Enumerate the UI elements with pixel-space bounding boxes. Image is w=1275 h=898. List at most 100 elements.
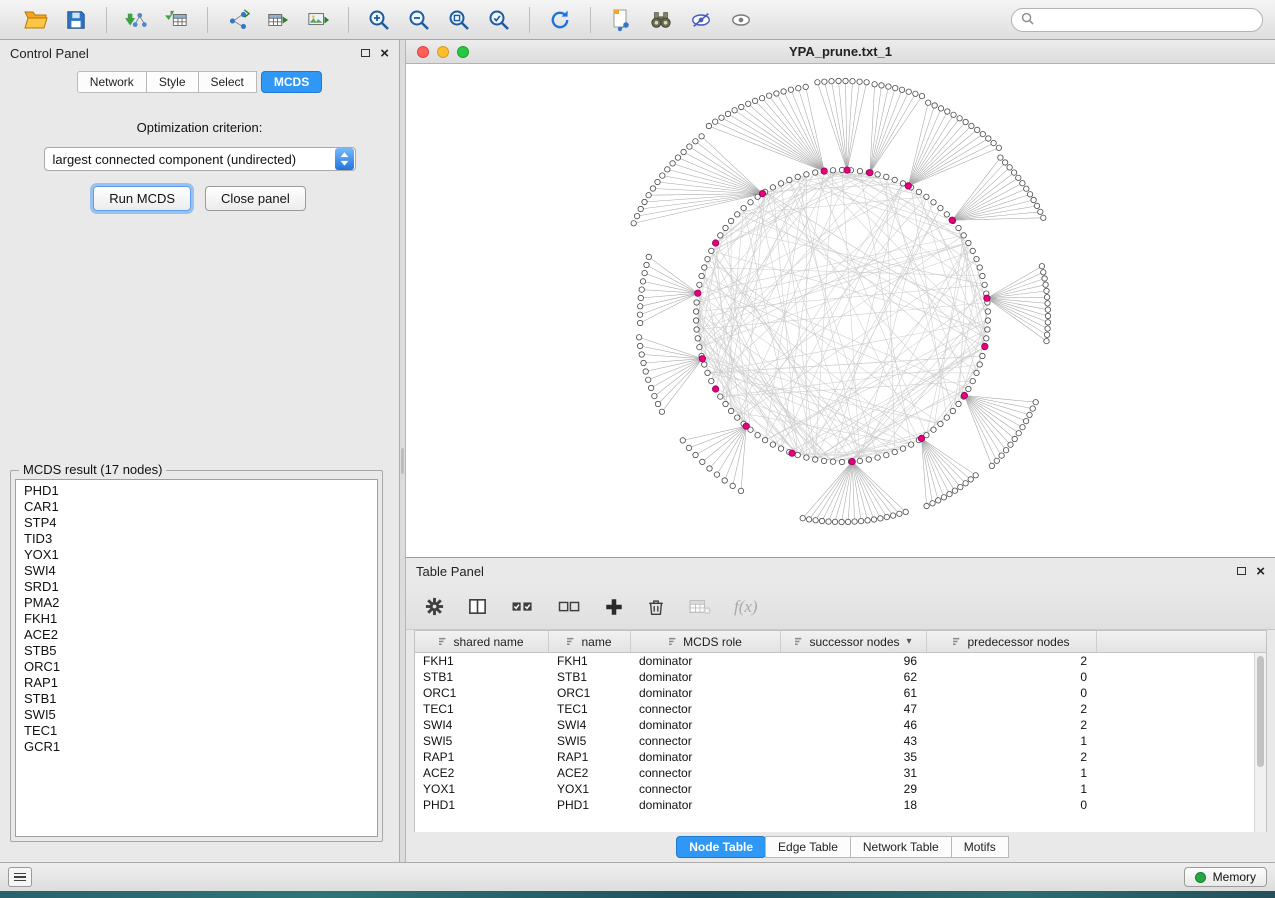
node-table: shared namenameMCDS rolesuccessor nodes▾…	[414, 630, 1267, 832]
table-row[interactable]: STB1STB1dominator620	[415, 669, 1254, 685]
deselect-all-rows-icon[interactable]	[557, 597, 582, 617]
mcds-result-item[interactable]: SWI4	[24, 563, 369, 579]
mcds-result-item[interactable]: STP4	[24, 515, 369, 531]
show-columns-icon[interactable]	[467, 596, 488, 617]
table-row[interactable]: PHD1PHD1dominator180	[415, 797, 1254, 813]
table-row[interactable]: TEC1TEC1connector472	[415, 701, 1254, 717]
table-tab-network-table[interactable]: Network Table	[850, 836, 952, 858]
table-row[interactable]: YOX1YOX1connector291	[415, 781, 1254, 797]
table-row[interactable]: SWI4SWI4dominator462	[415, 717, 1254, 733]
table-cell: 18	[781, 798, 927, 812]
mcds-result-item[interactable]: GCR1	[24, 739, 369, 755]
zoom-selected-icon[interactable]	[485, 7, 513, 33]
dropdown-value: largest connected component (undirected)	[45, 152, 335, 167]
hide-selected-icon[interactable]	[687, 7, 715, 33]
run-mcds-button[interactable]: Run MCDS	[93, 186, 191, 211]
network-canvas[interactable]	[406, 64, 1275, 557]
zoom-out-icon[interactable]	[405, 7, 433, 33]
mcds-hub-node	[982, 343, 988, 349]
table-cell: 2	[927, 718, 1097, 732]
mcds-result-item[interactable]: CAR1	[24, 499, 369, 515]
table-tab-motifs[interactable]: Motifs	[951, 836, 1009, 858]
column-header-MCDS-role[interactable]: MCDS role	[631, 631, 781, 652]
select-all-rows-icon[interactable]	[510, 597, 535, 617]
import-network-file-icon[interactable]	[123, 7, 151, 33]
table-row[interactable]: FKH1FKH1dominator962	[415, 653, 1254, 669]
mcds-hub-node	[743, 423, 749, 429]
mcds-result-item[interactable]: ORC1	[24, 659, 369, 675]
window-maximize-icon[interactable]	[457, 46, 469, 58]
table-toolbar: f(x)	[406, 584, 1275, 630]
table-row[interactable]: RAP1RAP1dominator352	[415, 749, 1254, 765]
open-session-icon[interactable]	[22, 7, 50, 33]
panel-menu-icon[interactable]	[8, 867, 32, 887]
export-image-icon[interactable]	[304, 7, 332, 33]
table-tab-node-table[interactable]: Node Table	[676, 836, 766, 858]
table-cell: PHD1	[549, 798, 631, 812]
create-column-plus-icon[interactable]	[604, 597, 624, 617]
mcds-result-item[interactable]: YOX1	[24, 547, 369, 563]
search-field[interactable]	[1011, 8, 1263, 32]
mcds-hub-node	[867, 170, 873, 176]
column-header-shared-name[interactable]: shared name	[415, 631, 549, 652]
float-panel-icon[interactable]	[361, 49, 370, 57]
zoom-in-icon[interactable]	[365, 7, 393, 33]
close-panel-button[interactable]: Close panel	[205, 186, 306, 211]
mcds-result-item[interactable]: STB1	[24, 691, 369, 707]
dropdown-stepper-icon	[335, 148, 354, 170]
close-table-panel-icon[interactable]: ×	[1256, 564, 1265, 579]
mcds-hub-node	[849, 458, 855, 464]
tab-style[interactable]: Style	[146, 71, 199, 93]
export-network-icon[interactable]	[224, 7, 252, 33]
window-close-icon[interactable]	[417, 46, 429, 58]
search-input[interactable]	[1040, 12, 1253, 28]
delete-column-trash-icon[interactable]	[646, 597, 666, 617]
mcds-result-title: MCDS result (17 nodes)	[19, 462, 166, 477]
scrollbar-thumb[interactable]	[1257, 656, 1264, 767]
mcds-result-item[interactable]: TEC1	[24, 723, 369, 739]
clone-network-icon[interactable]	[607, 7, 635, 33]
mcds-result-item[interactable]: PMA2	[24, 595, 369, 611]
export-table-icon[interactable]	[264, 7, 292, 33]
column-header-predecessor-nodes[interactable]: predecessor nodes	[927, 631, 1097, 652]
mcds-result-item[interactable]: PHD1	[24, 483, 369, 499]
import-table-file-icon[interactable]	[163, 7, 191, 33]
mcds-result-item[interactable]: ACE2	[24, 627, 369, 643]
table-row[interactable]: SWI5SWI5connector431	[415, 733, 1254, 749]
first-neighbors-icon[interactable]	[647, 7, 675, 33]
mcds-result-item[interactable]: STB5	[24, 643, 369, 659]
table-cell: 61	[781, 686, 927, 700]
window-minimize-icon[interactable]	[437, 46, 449, 58]
control-panel-content: Optimization criterion: largest connecte…	[0, 100, 399, 862]
mcds-result-list[interactable]: PHD1CAR1STP4TID3YOX1SWI4SRD1PMA2FKH1ACE2…	[15, 479, 378, 837]
mcds-hub-node	[821, 168, 827, 174]
mcds-result-item[interactable]: FKH1	[24, 611, 369, 627]
toolbar-separator	[348, 7, 349, 33]
control-panel-tabs: NetworkStyleSelectMCDS	[0, 66, 399, 100]
save-session-icon[interactable]	[62, 7, 90, 33]
table-row[interactable]: ORC1ORC1dominator610	[415, 685, 1254, 701]
column-header-name[interactable]: name	[549, 631, 631, 652]
table-tab-edge-table[interactable]: Edge Table	[765, 836, 851, 858]
mcds-result-item[interactable]: RAP1	[24, 675, 369, 691]
zoom-fit-content-icon[interactable]	[445, 7, 473, 33]
float-table-panel-icon[interactable]	[1237, 567, 1246, 575]
mcds-result-item[interactable]: SRD1	[24, 579, 369, 595]
refresh-view-icon[interactable]	[546, 7, 574, 33]
mcds-result-item[interactable]: SWI5	[24, 707, 369, 723]
table-settings-gear-icon[interactable]	[424, 596, 445, 617]
table-cell: dominator	[631, 798, 781, 812]
optimization-criterion-dropdown[interactable]: largest connected component (undirected)	[44, 147, 356, 171]
table-cell: SWI5	[415, 734, 549, 748]
table-cell: RAP1	[415, 750, 549, 764]
mcds-result-item[interactable]: TID3	[24, 531, 369, 547]
memory-button[interactable]: Memory	[1184, 867, 1267, 887]
tab-network[interactable]: Network	[77, 71, 147, 93]
column-header-successor-nodes[interactable]: successor nodes▾	[781, 631, 927, 652]
table-vertical-scrollbar[interactable]	[1254, 653, 1266, 832]
tab-select[interactable]: Select	[198, 71, 257, 93]
close-panel-icon[interactable]: ×	[380, 46, 389, 61]
tab-mcds[interactable]: MCDS	[261, 71, 322, 93]
table-row[interactable]: ACE2ACE2connector311	[415, 765, 1254, 781]
show-all-icon[interactable]	[727, 7, 755, 33]
